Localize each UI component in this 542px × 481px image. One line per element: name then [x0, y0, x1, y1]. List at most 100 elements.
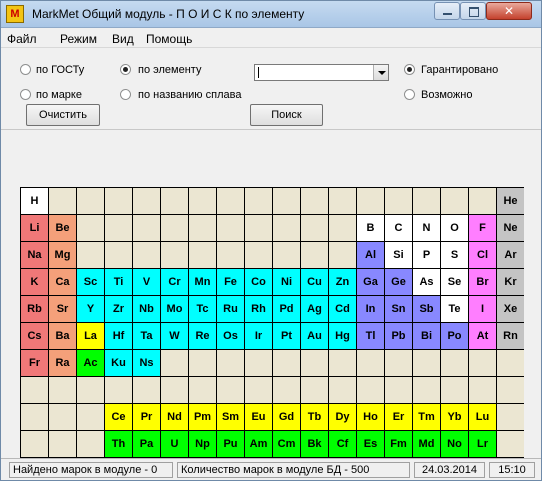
- element-bi[interactable]: Bi: [413, 323, 440, 349]
- element-hf[interactable]: Hf: [105, 323, 132, 349]
- element-be[interactable]: Be: [49, 215, 76, 241]
- minimize-button[interactable]: [434, 2, 460, 20]
- element-fm[interactable]: Fm: [385, 431, 412, 457]
- element-o[interactable]: O: [441, 215, 468, 241]
- element-th[interactable]: Th: [105, 431, 132, 457]
- element-b[interactable]: B: [357, 215, 384, 241]
- close-button[interactable]: [486, 2, 532, 20]
- element-pu[interactable]: Pu: [217, 431, 244, 457]
- element-es[interactable]: Es: [357, 431, 384, 457]
- element-at[interactable]: At: [469, 323, 496, 349]
- element-cl[interactable]: Cl: [469, 242, 496, 268]
- element-he[interactable]: He: [497, 188, 524, 214]
- element-s[interactable]: S: [441, 242, 468, 268]
- menu-file[interactable]: Файл: [7, 32, 37, 46]
- radio-by-grade[interactable]: [20, 89, 31, 100]
- element-ns[interactable]: Ns: [133, 350, 160, 376]
- element-xe[interactable]: Xe: [497, 296, 524, 322]
- element-ni[interactable]: Ni: [273, 269, 300, 295]
- element-rb[interactable]: Rb: [21, 296, 48, 322]
- element-dy[interactable]: Dy: [329, 404, 356, 430]
- element-fe[interactable]: Fe: [217, 269, 244, 295]
- element-ba[interactable]: Ba: [49, 323, 76, 349]
- element-cu[interactable]: Cu: [301, 269, 328, 295]
- radio-guaranteed[interactable]: [404, 64, 415, 75]
- element-si[interactable]: Si: [385, 242, 412, 268]
- element-md[interactable]: Md: [413, 431, 440, 457]
- element-lr[interactable]: Lr: [469, 431, 496, 457]
- element-cf[interactable]: Cf: [329, 431, 356, 457]
- element-au[interactable]: Au: [301, 323, 328, 349]
- element-mo[interactable]: Mo: [161, 296, 188, 322]
- element-sr[interactable]: Sr: [49, 296, 76, 322]
- element-sn[interactable]: Sn: [385, 296, 412, 322]
- element-zr[interactable]: Zr: [105, 296, 132, 322]
- element-no[interactable]: No: [441, 431, 468, 457]
- element-ar[interactable]: Ar: [497, 242, 524, 268]
- title-bar[interactable]: M MarkMet Общий модуль - П О И С К по эл…: [1, 1, 541, 28]
- element-na[interactable]: Na: [21, 242, 48, 268]
- menu-help[interactable]: Помощь: [146, 32, 192, 46]
- element-k[interactable]: K: [21, 269, 48, 295]
- element-tb[interactable]: Tb: [301, 404, 328, 430]
- element-h[interactable]: H: [21, 188, 48, 214]
- element-al[interactable]: Al: [357, 242, 384, 268]
- element-cd[interactable]: Cd: [329, 296, 356, 322]
- element-hg[interactable]: Hg: [329, 323, 356, 349]
- element-os[interactable]: Os: [217, 323, 244, 349]
- element-c[interactable]: C: [385, 215, 412, 241]
- element-er[interactable]: Er: [385, 404, 412, 430]
- element-v[interactable]: V: [133, 269, 160, 295]
- element-ir[interactable]: Ir: [245, 323, 272, 349]
- element-ac[interactable]: Ac: [77, 350, 104, 376]
- element-tm[interactable]: Tm: [413, 404, 440, 430]
- element-ag[interactable]: Ag: [301, 296, 328, 322]
- element-ti[interactable]: Ti: [105, 269, 132, 295]
- element-cm[interactable]: Cm: [273, 431, 300, 457]
- element-cr[interactable]: Cr: [161, 269, 188, 295]
- element-as[interactable]: As: [413, 269, 440, 295]
- element-f[interactable]: F: [469, 215, 496, 241]
- element-kr[interactable]: Kr: [497, 269, 524, 295]
- element-pr[interactable]: Pr: [133, 404, 160, 430]
- radio-by-gost[interactable]: [20, 64, 31, 75]
- element-eu[interactable]: Eu: [245, 404, 272, 430]
- element-select[interactable]: [254, 64, 389, 81]
- element-bk[interactable]: Bk: [301, 431, 328, 457]
- element-ge[interactable]: Ge: [385, 269, 412, 295]
- element-co[interactable]: Co: [245, 269, 272, 295]
- element-ru[interactable]: Ru: [217, 296, 244, 322]
- element-cs[interactable]: Cs: [21, 323, 48, 349]
- element-np[interactable]: Np: [189, 431, 216, 457]
- element-pt[interactable]: Pt: [273, 323, 300, 349]
- element-ra[interactable]: Ra: [49, 350, 76, 376]
- element-rh[interactable]: Rh: [245, 296, 272, 322]
- element-la[interactable]: La: [77, 323, 104, 349]
- element-gd[interactable]: Gd: [273, 404, 300, 430]
- element-sm[interactable]: Sm: [217, 404, 244, 430]
- element-lu[interactable]: Lu: [469, 404, 496, 430]
- element-ce[interactable]: Ce: [105, 404, 132, 430]
- element-fr[interactable]: Fr: [21, 350, 48, 376]
- element-tl[interactable]: Tl: [357, 323, 384, 349]
- element-rn[interactable]: Rn: [497, 323, 524, 349]
- element-n[interactable]: N: [413, 215, 440, 241]
- element-in[interactable]: In: [357, 296, 384, 322]
- element-br[interactable]: Br: [469, 269, 496, 295]
- search-button[interactable]: Поиск: [250, 104, 323, 126]
- chevron-down-icon[interactable]: [373, 65, 388, 80]
- radio-possible[interactable]: [404, 89, 415, 100]
- element-te[interactable]: Te: [441, 296, 468, 322]
- element-ku[interactable]: Ku: [105, 350, 132, 376]
- menu-view[interactable]: Вид: [112, 32, 134, 46]
- element-pd[interactable]: Pd: [273, 296, 300, 322]
- element-re[interactable]: Re: [189, 323, 216, 349]
- element-pm[interactable]: Pm: [189, 404, 216, 430]
- element-se[interactable]: Se: [441, 269, 468, 295]
- element-u[interactable]: U: [161, 431, 188, 457]
- element-am[interactable]: Am: [245, 431, 272, 457]
- radio-by-element[interactable]: [120, 64, 131, 75]
- element-yb[interactable]: Yb: [441, 404, 468, 430]
- element-pa[interactable]: Pa: [133, 431, 160, 457]
- element-i[interactable]: I: [469, 296, 496, 322]
